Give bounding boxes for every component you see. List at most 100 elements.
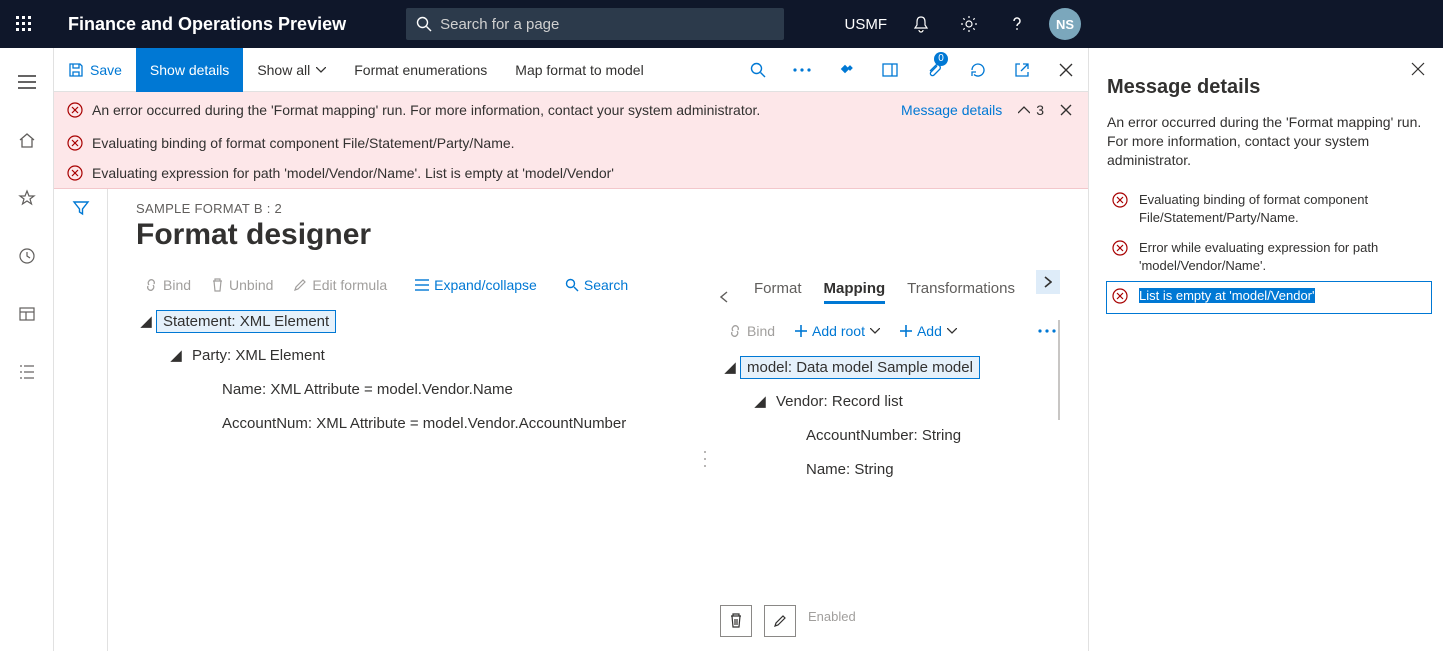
detail-item[interactable]: Evaluating binding of format component F…	[1107, 186, 1431, 234]
tree-node[interactable]: ◢ Statement: XML Element	[136, 304, 698, 338]
edit-button[interactable]	[764, 605, 796, 637]
tree-node-label: Statement: XML Element	[156, 310, 336, 333]
tab-format[interactable]: Format	[754, 274, 802, 303]
close-page-icon[interactable]	[1044, 48, 1088, 92]
collapse-icon[interactable]: ◢	[136, 312, 156, 330]
trash-icon	[211, 278, 224, 292]
tree-search-button[interactable]: Search	[557, 273, 636, 297]
tab-next-icon[interactable]	[1036, 270, 1060, 294]
tree-node[interactable]: AccountNumber: String	[720, 418, 1060, 452]
chevron-down-icon	[870, 328, 880, 334]
search-icon	[565, 278, 579, 292]
tab-transformations[interactable]: Transformations	[907, 274, 1015, 303]
tree-node[interactable]: Name: String	[720, 452, 1060, 486]
search-action-icon[interactable]	[736, 48, 780, 92]
show-all-button[interactable]: Show all	[243, 48, 340, 92]
chevron-up-icon	[1018, 106, 1030, 114]
error-icon	[1111, 287, 1129, 305]
banner-close-icon[interactable]	[1056, 100, 1076, 120]
pane-scroll-handle[interactable]	[1058, 320, 1060, 420]
more-icon[interactable]	[1030, 325, 1060, 337]
home-icon[interactable]	[7, 120, 47, 160]
enabled-label: Enabled	[808, 605, 856, 624]
left-rail	[0, 48, 54, 651]
tree-node-label: AccountNum: XML Attribute = model.Vendor…	[216, 413, 632, 434]
filter-column	[54, 189, 108, 651]
save-icon	[68, 62, 84, 78]
user-avatar[interactable]: NS	[1041, 0, 1089, 48]
link-icon	[144, 278, 158, 292]
message-details-pane: Message details An error occurred during…	[1089, 48, 1443, 651]
bind-button: Bind	[136, 273, 199, 297]
waffle-icon[interactable]	[0, 16, 48, 32]
company-code[interactable]: USMF	[835, 16, 898, 33]
plus-icon	[900, 325, 912, 337]
popout-icon[interactable]	[1000, 48, 1044, 92]
link-icon	[728, 324, 742, 338]
tab-prev-icon[interactable]	[720, 291, 732, 303]
modules-icon[interactable]	[7, 352, 47, 392]
error-banner: An error occurred during the 'Format map…	[54, 92, 1088, 189]
detail-item[interactable]: Error while evaluating expression for pa…	[1107, 234, 1431, 282]
pane-message: An error occurred during the 'Format map…	[1107, 113, 1431, 170]
chevron-down-icon	[947, 328, 957, 334]
add-root-button[interactable]: Add root	[787, 319, 888, 343]
refresh-icon[interactable]	[956, 48, 1000, 92]
bind-button-right: Bind	[720, 319, 783, 343]
banner-collapse-button[interactable]: 3	[1018, 102, 1044, 118]
pencil-icon	[293, 278, 307, 292]
splitter-handle[interactable]	[698, 266, 712, 651]
show-details-button[interactable]: Show details	[136, 48, 243, 92]
bell-icon[interactable]	[897, 0, 945, 48]
close-pane-icon[interactable]	[1411, 62, 1425, 76]
tree-node-label: AccountNumber: String	[800, 425, 967, 446]
format-enumerations-button[interactable]: Format enumerations	[340, 48, 501, 92]
add-button[interactable]: Add	[892, 319, 965, 343]
plus-icon	[795, 325, 807, 337]
tree-node[interactable]: ◢ model: Data model Sample model	[720, 350, 1060, 384]
recent-icon[interactable]	[7, 236, 47, 276]
collapse-icon[interactable]: ◢	[720, 358, 740, 376]
panel-icon[interactable]	[868, 48, 912, 92]
tree-node[interactable]: Name: XML Attribute = model.Vendor.Name	[136, 372, 698, 406]
more-actions-icon[interactable]	[780, 48, 824, 92]
tree-node-label: Name: String	[800, 459, 900, 480]
error-icon	[66, 164, 84, 182]
map-format-to-model-button[interactable]: Map format to model	[501, 48, 657, 92]
global-search[interactable]	[406, 8, 784, 40]
tree-node[interactable]: ◢ Vendor: Record list	[720, 384, 1060, 418]
mapping-tree[interactable]: ◢ model: Data model Sample model ◢ Vendo…	[720, 350, 1060, 486]
save-button[interactable]: Save	[54, 48, 136, 92]
page-title: Format designer	[136, 218, 1060, 252]
mapping-bottom-bar: Enabled	[720, 599, 1060, 651]
format-toolbar: Bind Unbind Edit formula	[136, 266, 698, 304]
avatar-initials: NS	[1049, 8, 1081, 40]
tab-mapping[interactable]: Mapping	[824, 274, 886, 303]
chevron-down-icon	[316, 67, 326, 73]
designer: SAMPLE FORMAT B : 2 Format designer Bind	[108, 189, 1088, 651]
format-tree-pane: Bind Unbind Edit formula	[136, 266, 698, 651]
expand-collapse-button[interactable]: Expand/collapse	[407, 273, 545, 297]
search-icon	[416, 16, 432, 32]
message-details-link[interactable]: Message details	[901, 102, 1002, 118]
detail-item-selected[interactable]: List is empty at 'model/Vendor'	[1107, 282, 1431, 312]
main-area: Save Show details Show all Format enumer…	[54, 48, 1089, 651]
workspace: SAMPLE FORMAT B : 2 Format designer Bind	[54, 189, 1088, 651]
top-nav: Finance and Operations Preview USMF NS	[0, 0, 1443, 48]
search-input[interactable]	[432, 15, 774, 34]
workspaces-icon[interactable]	[7, 294, 47, 334]
tree-node[interactable]: ◢ Party: XML Element	[136, 338, 698, 372]
hamburger-icon[interactable]	[7, 62, 47, 102]
delete-button[interactable]	[720, 605, 752, 637]
attachments-icon[interactable]: 0	[912, 48, 956, 92]
format-tree[interactable]: ◢ Statement: XML Element ◢ Party: XML El…	[136, 304, 698, 440]
collapse-icon[interactable]: ◢	[750, 392, 770, 410]
diamond-icon[interactable]	[824, 48, 868, 92]
tree-node[interactable]: AccountNum: XML Attribute = model.Vendor…	[136, 406, 698, 440]
filter-icon[interactable]	[72, 199, 90, 651]
star-icon[interactable]	[7, 178, 47, 218]
collapse-icon[interactable]: ◢	[166, 346, 186, 364]
edit-formula-button: Edit formula	[285, 273, 395, 297]
help-icon[interactable]	[993, 0, 1041, 48]
gear-icon[interactable]	[945, 0, 993, 48]
